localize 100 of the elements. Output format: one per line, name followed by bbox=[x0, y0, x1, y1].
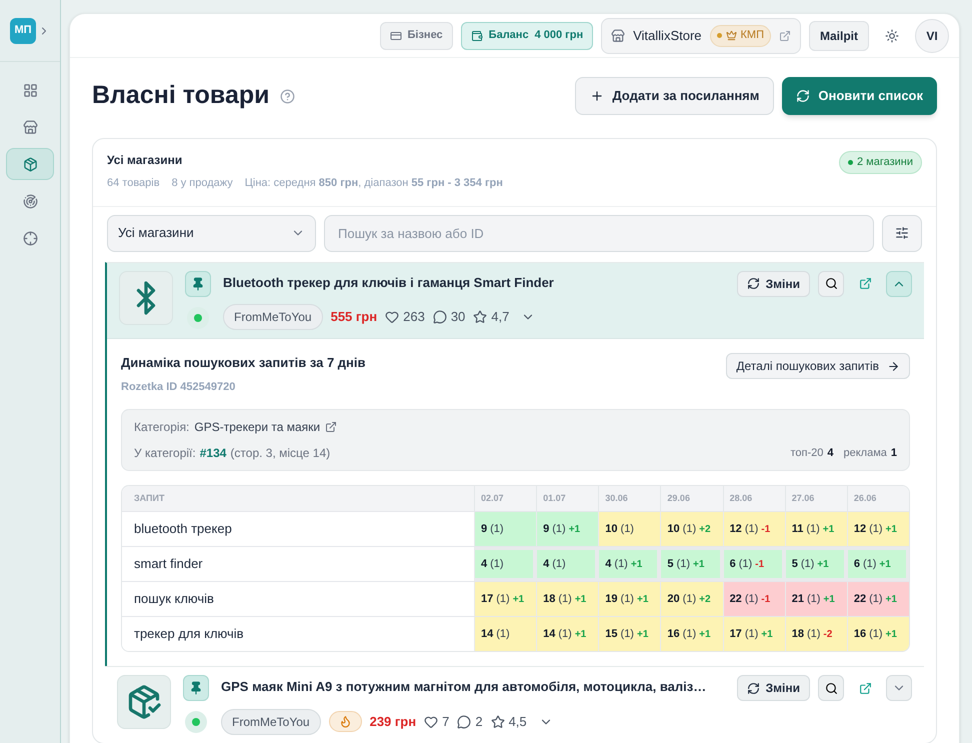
refresh-list-button[interactable]: Оновити список bbox=[782, 77, 937, 115]
changes-button[interactable]: Зміни bbox=[736, 270, 810, 296]
changes-button[interactable]: Зміни bbox=[736, 675, 810, 701]
position-note: (стор. 3, місце 14) bbox=[230, 445, 330, 462]
ads-value: 1 bbox=[890, 446, 897, 461]
rank-cell: 9 (1) bbox=[474, 512, 536, 546]
product-id: Rozetka ID 452549720 bbox=[121, 380, 236, 394]
external-link-icon[interactable] bbox=[779, 30, 791, 42]
expand-toggle[interactable] bbox=[886, 675, 912, 701]
rank-cell: 4 (1) +1 bbox=[598, 547, 660, 581]
rank-cell: 16 (1) +1 bbox=[846, 617, 909, 651]
help-icon[interactable] bbox=[280, 88, 295, 104]
rank-cell: 5 (1) +1 bbox=[784, 547, 847, 581]
stat-text: 8 у продажу bbox=[172, 176, 233, 191]
sliders-icon bbox=[895, 226, 909, 240]
filter-button[interactable] bbox=[882, 214, 922, 252]
business-button[interactable]: Бізнес bbox=[380, 22, 453, 50]
column-header: 27.06 bbox=[784, 486, 847, 511]
user-avatar[interactable]: VI bbox=[915, 18, 949, 52]
refresh-icon bbox=[746, 277, 760, 290]
grid-icon bbox=[22, 82, 38, 98]
store-select[interactable]: Усі магазини bbox=[107, 214, 316, 252]
rank-cell: 4 (1) bbox=[536, 547, 598, 581]
plus-icon bbox=[590, 89, 604, 103]
balance-button[interactable]: Баланс 4 000 грн bbox=[460, 22, 594, 50]
price: 555 грн bbox=[330, 308, 378, 326]
rank-cell: 18 (1) -2 bbox=[784, 617, 847, 651]
column-header: 28.06 bbox=[722, 486, 785, 511]
external-link-icon bbox=[858, 277, 872, 290]
rank-cell: 12 (1) -1 bbox=[722, 512, 785, 546]
card-icon bbox=[390, 30, 402, 42]
crosshair-icon bbox=[22, 230, 38, 246]
search-button[interactable] bbox=[818, 270, 844, 296]
column-header: ЗАПИТ bbox=[133, 492, 166, 505]
category-link[interactable]: GPS-трекери та маяки bbox=[194, 418, 320, 436]
rank-cell: 22 (1) -1 bbox=[722, 582, 785, 616]
mailpit-button[interactable]: Mailpit bbox=[809, 20, 869, 50]
sun-icon bbox=[885, 28, 899, 42]
summary-title: Усі магазини bbox=[107, 152, 184, 169]
rank-cell: 9 (1) +1 bbox=[536, 512, 598, 546]
position-label: У категорії: bbox=[134, 445, 196, 462]
top-label: топ-20 bbox=[790, 446, 824, 461]
rank-cell: 4 (1) bbox=[474, 547, 536, 581]
ads-label: реклама bbox=[843, 446, 887, 461]
rank-cell: 6 (1) +1 bbox=[846, 547, 909, 581]
page-title: Власні товари bbox=[92, 80, 270, 112]
store-tag: FromMeToYou bbox=[221, 708, 321, 734]
search-icon bbox=[824, 277, 838, 290]
rank-cell: 5 (1) +1 bbox=[660, 547, 723, 581]
radar-icon bbox=[22, 194, 38, 208]
external-link-icon bbox=[325, 421, 338, 433]
rating: 4,7 bbox=[491, 308, 510, 326]
comment-icon bbox=[457, 714, 472, 728]
rank-cell: 10 (1) +2 bbox=[660, 512, 723, 546]
heart-icon bbox=[424, 714, 438, 728]
refresh-icon bbox=[746, 682, 760, 694]
column-header: 29.06 bbox=[660, 486, 723, 511]
column-header: 30.06 bbox=[598, 486, 660, 511]
pin-icon bbox=[191, 276, 205, 290]
rank-cell: 10 (1) bbox=[598, 512, 660, 546]
rank-cell: 14 (1) bbox=[474, 617, 536, 651]
heart-icon bbox=[385, 310, 400, 324]
sidebar-item[interactable] bbox=[6, 148, 54, 180]
search-button[interactable] bbox=[818, 675, 844, 701]
pin-button[interactable] bbox=[183, 675, 209, 701]
rank-cell: 19 (1) +1 bbox=[598, 582, 660, 616]
store-icon bbox=[22, 120, 38, 134]
store-switcher[interactable]: VitallixStore КМП bbox=[601, 18, 801, 54]
rank-cell: 21 (1) +1 bbox=[784, 582, 847, 616]
pin-button[interactable] bbox=[185, 270, 211, 296]
top-value: 4 bbox=[827, 446, 834, 461]
rank-cell: 22 (1) +1 bbox=[846, 582, 909, 616]
rank-cell: 20 (1) +2 bbox=[660, 582, 723, 616]
store-name: VitallixStore bbox=[633, 26, 702, 45]
store-icon bbox=[611, 28, 626, 42]
likes-count: 263 bbox=[403, 308, 425, 326]
wallet-icon bbox=[470, 30, 483, 42]
package-check-icon bbox=[126, 684, 162, 720]
pin-icon bbox=[189, 681, 203, 695]
product-title[interactable]: GPS маяк Mini A9 з потужним магнітом для автомобіля, мотоцикла, валіз… bbox=[221, 677, 725, 696]
comments-count: 2 bbox=[475, 712, 483, 731]
star-icon bbox=[473, 310, 488, 324]
search-icon bbox=[824, 682, 838, 694]
search-field[interactable]: Пошук за назвою або ID bbox=[324, 214, 874, 252]
expand-toggle[interactable] bbox=[886, 270, 912, 296]
category-label: Категорія: bbox=[134, 419, 190, 436]
position-value: #134 bbox=[200, 445, 226, 462]
plan-badge: КМП bbox=[710, 24, 771, 46]
crown-icon bbox=[726, 30, 737, 41]
rank-cell: 17 (1) +1 bbox=[722, 617, 785, 651]
package-icon bbox=[22, 156, 38, 172]
price-summary: Ціна: середня 850 грн, діапазон 55 грн - 3 354 грн bbox=[244, 176, 503, 191]
stores-badge: 2 магазини bbox=[838, 151, 922, 174]
likes-count: 7 bbox=[442, 712, 450, 731]
rank-cell: 11 (1) +1 bbox=[784, 512, 847, 546]
rank-cell: 14 (1) +1 bbox=[536, 617, 598, 651]
store-tag: FromMeToYou bbox=[223, 304, 323, 330]
add-by-link-button[interactable]: Додати за посиланням bbox=[575, 77, 774, 115]
product-title[interactable]: Bluetooth трекер для ключів і гаманця Smart Finder bbox=[223, 272, 725, 292]
search-details-button[interactable]: Деталі пошукових запитів bbox=[726, 353, 910, 379]
